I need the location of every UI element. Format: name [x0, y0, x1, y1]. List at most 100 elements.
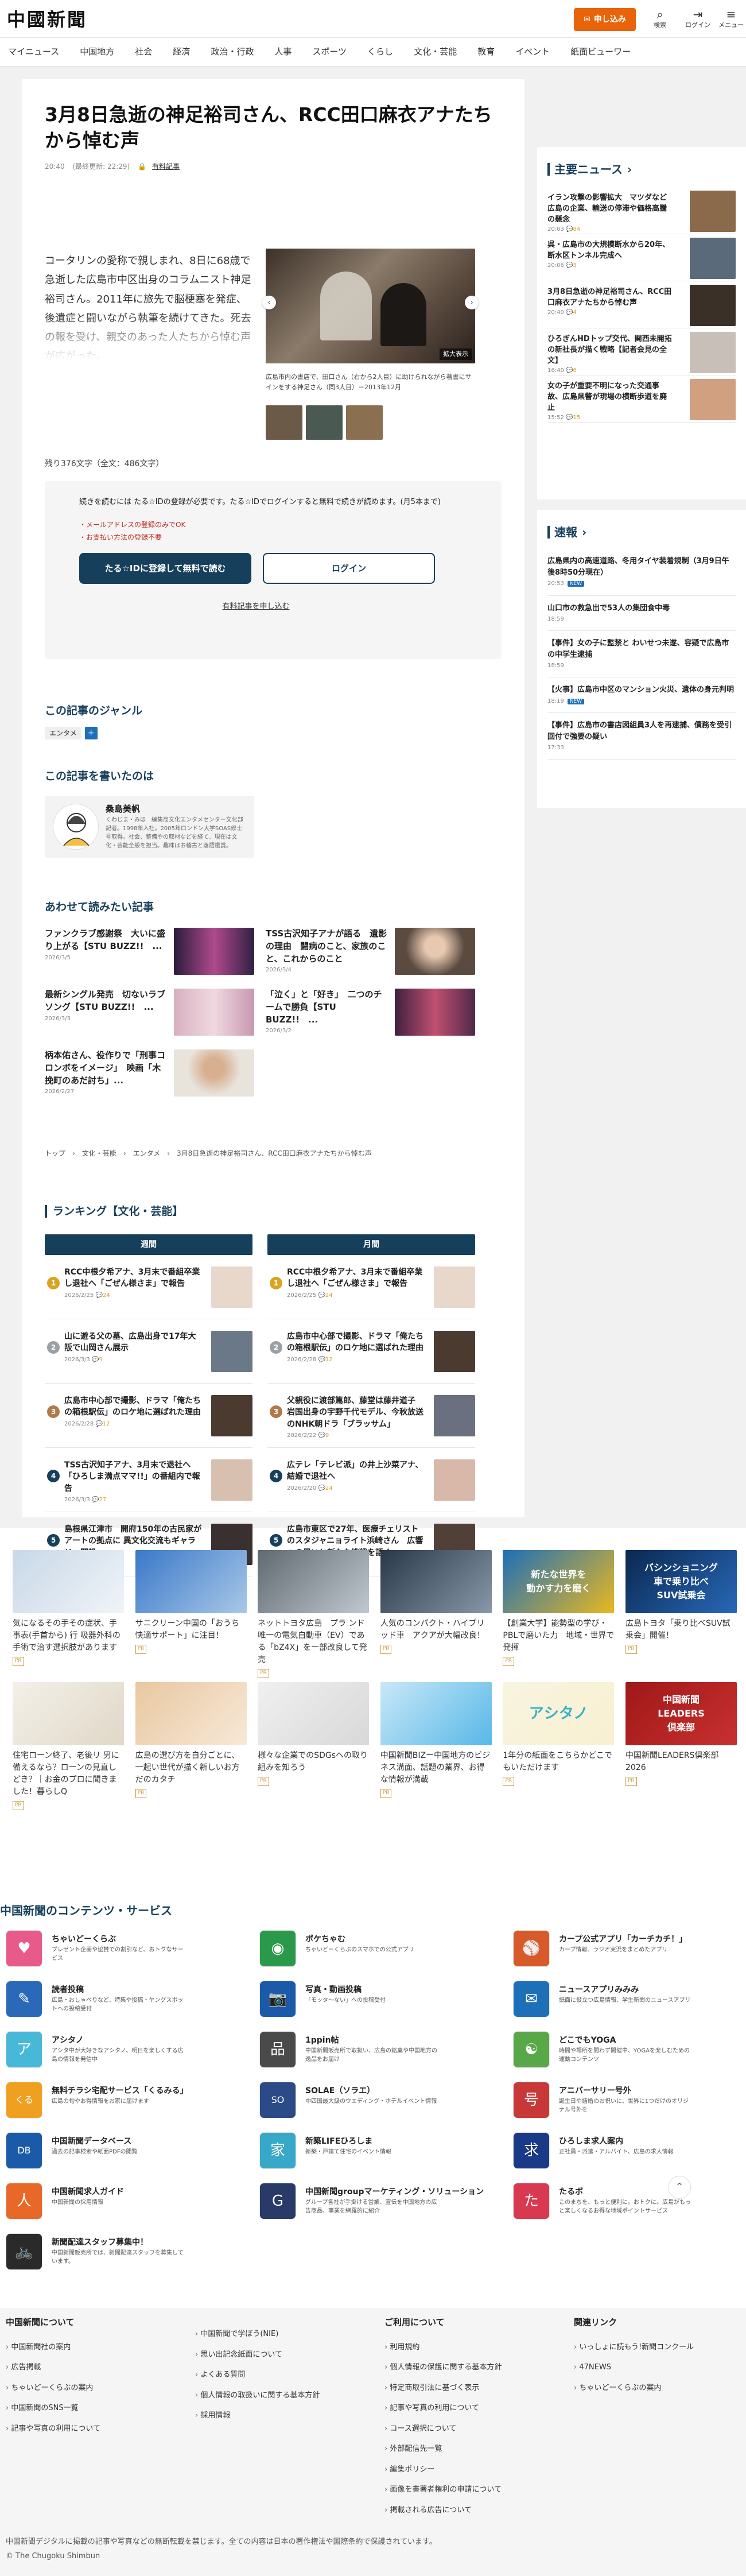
- ad-card[interactable]: バシンショニング 車で乗り比べ SUV試乗会 広島トヨタ「乗り比べSUV試乗会」開催！…: [625, 1550, 737, 1678]
- writer-card[interactable]: 桑島美帆 くわじま・みほ 編集局文化エンタメセンター文化部記者。1998年入社。…: [45, 796, 254, 858]
- flash-item[interactable]: 【火事】広島市中区のマンション火災、遺体の身元判明 18:19 NEW: [547, 677, 736, 713]
- nav-my-news[interactable]: マイニュース: [6, 45, 69, 59]
- ad-card[interactable]: 中国新聞BIZー中国地方のビジネス溝面、話題の業界、お得な情報が満載 PR: [380, 1682, 492, 1810]
- chevron-right-icon[interactable]: ›: [465, 296, 479, 309]
- subscribe-button[interactable]: ✉ 申し込み: [574, 8, 636, 31]
- footer-link[interactable]: コース選択について: [384, 2423, 502, 2435]
- footer-link[interactable]: 採用情報: [195, 2410, 320, 2422]
- nav-viewer[interactable]: 紙面ビューワー: [560, 45, 641, 59]
- ranking-item[interactable]: 2 山に遊る父の墓、広島出身で17年大阪で山岡さん展示 2026/3/3 💬9: [45, 1319, 252, 1384]
- ad-card[interactable]: 新たな世界を 動かす力を磨く 【創業大学】能勢型の学び・PBLで磨いた力 地域・世界…: [503, 1550, 615, 1678]
- main-news-heading[interactable]: 主要ニュース ›: [547, 161, 736, 178]
- ad-card[interactable]: 人気のコンパクト・ハイブリッド車 アクアが大幅改良！ PR: [380, 1550, 492, 1678]
- main-news-item[interactable]: 呉・広島市の大規模断水から20年、断水区トンネル完成へ 20:06 💬3: [547, 234, 736, 281]
- article-photo[interactable]: ‹ › 拡大表示: [262, 249, 479, 363]
- service-item[interactable]: 人中国新聞求人ガイド 中国新聞の採用情報: [6, 2183, 252, 2221]
- ad-card[interactable]: 中国新聞 LEADERS 倶楽部 中国新聞LEADERS倶楽部2026 PR: [625, 1682, 737, 1810]
- flash-item[interactable]: 山口市の救急出で53人の集団食中毒 18:59: [547, 596, 736, 631]
- login-button[interactable]: ⇥ ログイン: [683, 8, 713, 30]
- ranking-item[interactable]: 1 RCC中根夕希アナ、3月末で番組卒業し退社へ「ごぜん様さま」で報告 2026/2…: [267, 1255, 475, 1319]
- nav-chugoku[interactable]: 中国地方: [69, 45, 125, 59]
- ad-card[interactable]: サニクリーン中国の「おうち快適サポート」に注目！ PR: [135, 1550, 247, 1678]
- service-item[interactable]: 📷 写真・動画投稿 「モッタ～ない」への投稿受付: [259, 1981, 506, 2019]
- related-item[interactable]: ファンクラブ感謝祭 大いに盛り上がる【STU BUZZ!! ... 2026/3/…: [45, 928, 254, 977]
- nav-event[interactable]: イベント: [505, 45, 560, 59]
- footer-link[interactable]: 広告掲載: [6, 2362, 100, 2373]
- service-item[interactable]: ✉ ニュースアプリみみみ 紙面に役立つ広島情報、学生新聞のニュースアプリ: [513, 1981, 746, 2019]
- footer-link[interactable]: 47NEWS: [574, 2362, 694, 2373]
- genre-tag[interactable]: エンタメ: [45, 727, 81, 739]
- nav-life[interactable]: くらし: [357, 45, 403, 59]
- follow-plus-icon[interactable]: +: [84, 727, 98, 739]
- footer-link[interactable]: ちゃいどーくらぶの案内: [6, 2383, 100, 2394]
- footer-link[interactable]: 個人情報の保護に関する基本方針: [384, 2362, 502, 2373]
- footer-link[interactable]: 外部配信先一覧: [384, 2443, 502, 2455]
- breadcrumb[interactable]: トップ › 文化・芸能 › エンタメ › 3月8日急逝の神足裕司さん、RCC田口…: [45, 1148, 372, 1159]
- nav-sports[interactable]: スポーツ: [302, 45, 357, 59]
- main-news-item[interactable]: 女の子が重要不明になった交通事故、広島県警が現場の横断歩道を廃止 15:52 💬1…: [547, 375, 736, 423]
- ranking-item[interactable]: 4 TSS古沢知子アナ、3月末で退社へ「ひろしま満点ママ!!」の番組内で報告 202…: [45, 1448, 252, 1512]
- related-item[interactable]: 最新シングル発売 切ないラブソング【STU BUZZ!! ... 2026/3/3: [45, 989, 254, 1038]
- footer-link[interactable]: 中国新聞で学ぼう(NIE): [195, 2329, 320, 2340]
- service-item[interactable]: ✎ 読者投稿 広島・おしゃべりなど、特集や投稿・ヤングスポットへの投稿受付: [6, 1981, 252, 2019]
- footer-link[interactable]: 中国新聞社の案内: [6, 2342, 100, 2353]
- footer-link[interactable]: いっしょに読もう!新聞コンクール: [574, 2342, 694, 2353]
- login-article-button[interactable]: ログイン: [263, 553, 435, 584]
- menu-button[interactable]: ≡ メニュー: [716, 8, 746, 30]
- nav-education[interactable]: 教育: [467, 45, 505, 59]
- zoom-badge[interactable]: 拡大表示: [440, 348, 472, 360]
- ranking-item[interactable]: 4 広テレ「テレビ派」の井上沙菜アナ、結婚で退社へ 2026/2/20 💬24: [267, 1448, 475, 1512]
- service-item[interactable]: たたるボ このまちを、もっと便利に。おトクに。広島がもっと楽しくなるお得な地域ポイ…: [513, 2183, 746, 2221]
- service-item[interactable]: ア アシタノ アシタ中が大好きなアシタノ、明日を楽しくする広島の情報を発信中: [6, 2031, 252, 2069]
- ranking-item[interactable]: 1 RCC中根夕希アナ、3月末で番組卒業し退社へ「ごぜん様さま」で報告 2026/2…: [45, 1255, 252, 1319]
- nav-society[interactable]: 社会: [125, 45, 162, 59]
- footer-link[interactable]: よくある質問: [195, 2369, 320, 2381]
- service-item[interactable]: くる 無料チラシ宅配サービス「くるみる」 広島の旬やお得情報をお家に届けます: [6, 2082, 252, 2120]
- photo-thumbnail[interactable]: [266, 405, 302, 440]
- register-button[interactable]: たる☆IDに登録して無料で読む: [79, 553, 251, 584]
- ad-card[interactable]: 広島の選び方を自分ごとに、一起い世代が描く新しいお方だのカタチ PR: [135, 1682, 247, 1810]
- paid-label[interactable]: 有料記事: [152, 162, 180, 171]
- nav-economy[interactable]: 経済: [162, 45, 200, 59]
- related-item[interactable]: 「泣く」と「好き」 二つのチームで勝負【STU BUZZ!! ... 2026/3…: [266, 989, 475, 1038]
- ranking-item[interactable]: 3 広島市中心部で撮影、ドラマ「俺たちの箱根駅伝」のロケ地に選ばれた理由 2026/…: [45, 1384, 252, 1448]
- photo-thumbnail[interactable]: [346, 405, 383, 440]
- ad-card[interactable]: 様々な企業でのSDGsへの取り組みを知ろう PR: [258, 1682, 370, 1810]
- photo-thumbnail[interactable]: [306, 405, 343, 440]
- ad-card[interactable]: アシタノ 1年分の紙面をこちらかどこでもいただけます PR: [503, 1682, 615, 1810]
- nav-politics[interactable]: 政治・行政: [200, 45, 264, 59]
- service-item[interactable]: 求ひろしま求人案内 正社員・派遣・アルバイト、広島の求人情報: [513, 2132, 746, 2170]
- service-item[interactable]: 号アニバーサリー号外 誕生日や結婚のお祝いに、世界に1つだけのオリジナル号外を: [513, 2082, 746, 2120]
- flash-item[interactable]: 広島県内の高速道路、冬用タイヤ装着規制（3月9日午後8時50分現在） 20:53 N…: [547, 549, 736, 596]
- ranking-item[interactable]: 3 父親役に渡部篤郎、藤堂は藤井道子 岩国出身の宇野千代モデル、今秋放送のNHK朝…: [267, 1384, 475, 1448]
- service-item[interactable]: ♥ ちゃいどーくらぶ プレゼント企画や協賛での割引など、おトクなサービス: [6, 1930, 252, 1968]
- service-item[interactable]: ◉ ポケちゃむ ちゃいどーくらぶのスマホでの公式アプリ: [259, 1930, 506, 1968]
- service-item[interactable]: G 中国新聞groupマーケティング・ソリューション グループ各社が手掛ける営業、宣…: [259, 2183, 506, 2221]
- arrow-up-icon[interactable]: ⌃: [668, 2176, 691, 2199]
- site-logo[interactable]: 中國新聞: [7, 6, 87, 33]
- tab-weekly[interactable]: 週間: [45, 1234, 252, 1255]
- footer-link[interactable]: 中国新聞のSNS一覧: [6, 2403, 100, 2414]
- search-button[interactable]: ⌕ 検索: [645, 8, 675, 30]
- footer-link[interactable]: 掲載される広告について: [384, 2505, 502, 2516]
- footer-link[interactable]: 特定商取引法に基づく表示: [384, 2383, 502, 2394]
- footer-link[interactable]: 個人情報の取扱いに関する基本方針: [195, 2390, 320, 2401]
- nav-personnel[interactable]: 人事: [264, 45, 302, 59]
- footer-link[interactable]: 記事や写真の利用について: [6, 2423, 100, 2435]
- main-news-item[interactable]: イラン攻撃の影響拡大 マツダなど広島の企業、輸送の停滞や価格高騰の懸念 20:03…: [547, 187, 736, 234]
- service-item[interactable]: 家新築LIFEひろしま 新築・戸建て住宅のイベント情報: [259, 2132, 506, 2170]
- chevron-left-icon[interactable]: ‹: [262, 296, 276, 309]
- flash-item[interactable]: 【事件】広島市の書店図組員3人を再逮捕、債務を受引回付で強要の疑い 17:33: [547, 713, 736, 760]
- footer-link[interactable]: ちゃいどーくらぶの案内: [574, 2383, 694, 2394]
- footer-link[interactable]: 編集ポリシー: [384, 2464, 502, 2476]
- nav-culture[interactable]: 文化・芸能: [403, 45, 467, 59]
- main-news-item[interactable]: 3月8日急逝の神足裕司さん、RCC田口麻衣アナたちから悼む声 20:40 💬4: [547, 281, 736, 328]
- ad-card[interactable]: 住宅ローン終了、老後リ 男に備えるなら？ローンの見直しどき？｜お金のプロに聞きま…: [13, 1682, 124, 1810]
- tab-monthly[interactable]: 月間: [267, 1234, 475, 1255]
- service-item[interactable]: SO SOLAE（ソラエ） 中四国最大級のウエディング・ホテルイベント情報: [259, 2082, 506, 2120]
- footer-link[interactable]: 利用規約: [384, 2342, 502, 2353]
- ad-card[interactable]: 気になるその手その症状、手事表(手首から) 行 吸器外科の手術で治す選択肢があり…: [13, 1550, 124, 1678]
- footer-link[interactable]: 画像を書著者権利の申請について: [384, 2484, 502, 2496]
- related-item[interactable]: 柄本佑さん、役作りで「刑事コロンボをイメージ」 映画「木挽町のあだ討ち」... 2…: [45, 1049, 254, 1099]
- footer-link[interactable]: 思い出記念紙面について: [195, 2349, 320, 2361]
